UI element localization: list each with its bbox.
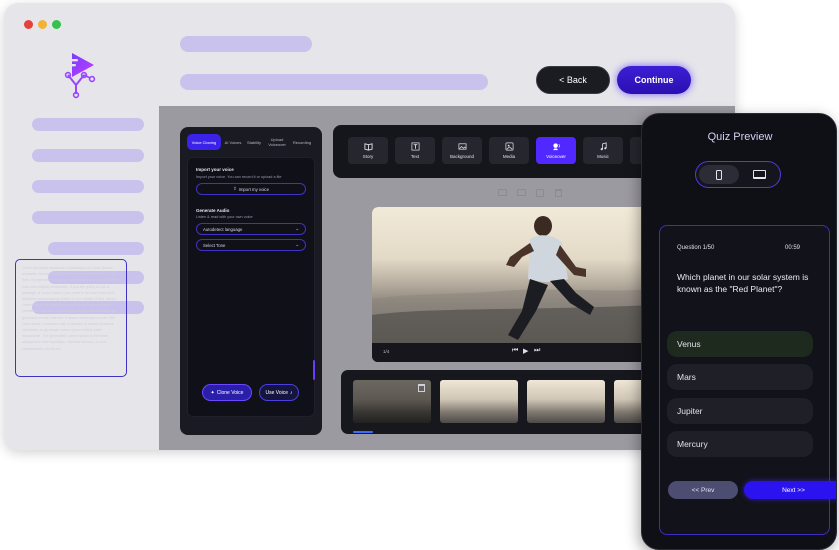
tab-ai-voices[interactable]: AI Voices: [222, 134, 244, 150]
video-controls: 1/4 ⏮ ▶ ⏭: [372, 343, 654, 362]
quiz-card: Question 1/50 00:59 Which planet in our …: [659, 225, 836, 535]
scene-filmstrip: [341, 370, 671, 434]
tab-voice-cloning[interactable]: Voice Cloning: [187, 134, 221, 150]
import-title: Import your voice: [196, 167, 234, 172]
quiz-preview-phone: Quiz Preview Question 1/50 00:59 Which p…: [641, 113, 837, 550]
sidebar-item[interactable]: [32, 211, 144, 224]
editor-toolbar: Story Text Background Media Voiceover Mu…: [333, 125, 663, 178]
sparkle-icon: ✦: [210, 389, 215, 396]
scene-thumbnail[interactable]: [527, 380, 605, 423]
generate-hint: Listen & read with your own voice: [196, 215, 253, 219]
sidebar-item[interactable]: [32, 149, 144, 162]
question-timer: 00:59: [785, 245, 801, 251]
prev-button[interactable]: << Prev: [668, 481, 738, 499]
generate-title: Generate Audio: [196, 208, 230, 213]
question-text: Which planet in our solar system is know…: [677, 272, 809, 294]
upload-icon: ⇪: [233, 186, 237, 191]
layer-video-icon[interactable]: [517, 189, 526, 196]
answer-option[interactable]: Mercury: [667, 431, 813, 457]
script-textarea[interactable]: There are many variations of passages of…: [15, 259, 127, 377]
import-voice-button[interactable]: ⇪ Import my voice: [196, 183, 306, 195]
tab-stability[interactable]: Stability: [243, 134, 265, 150]
language-select-value: Autodetect language: [203, 226, 243, 232]
quiz-preview-title: Quiz Preview: [707, 131, 773, 143]
voice-cloning-content: [187, 157, 315, 417]
desktop-view-button[interactable]: [739, 165, 779, 184]
app-logo: [58, 49, 104, 99]
trash-icon[interactable]: [555, 189, 562, 197]
tool-voiceover-label: Voiceover: [546, 154, 566, 159]
tab-upload-voiceover[interactable]: Upload Voiceover: [265, 134, 289, 150]
mobile-view-button[interactable]: [699, 165, 739, 184]
phone-icon: [716, 169, 722, 180]
tool-text[interactable]: Text: [395, 137, 435, 164]
use-voice-label: Use Voice: [265, 389, 288, 396]
tool-music[interactable]: Music: [583, 137, 623, 164]
layer-image-icon[interactable]: [498, 189, 507, 196]
scene-thumbnail[interactable]: [440, 380, 518, 423]
tool-music-label: Music: [597, 154, 609, 159]
tone-select-value: Select Tone: [203, 242, 226, 248]
scrollbar-thumb[interactable]: [313, 360, 315, 380]
music-icon: [600, 142, 607, 151]
duplicate-icon[interactable]: [536, 189, 544, 197]
tab-recording[interactable]: Recording: [289, 134, 315, 150]
chevron-down-icon: ⌄: [295, 226, 299, 231]
sidebar-item[interactable]: [32, 118, 144, 131]
window-maximize-button[interactable]: [52, 20, 61, 29]
sidebar-item[interactable]: [32, 180, 144, 193]
tool-story-label: Story: [362, 154, 374, 159]
clone-voice-label: Clone Voice: [216, 389, 244, 396]
video-frame: [372, 207, 654, 343]
image-icon: [458, 143, 466, 150]
back-button[interactable]: < Back: [536, 66, 610, 94]
device-toggle: [695, 161, 781, 188]
tool-text-label: Text: [410, 154, 420, 159]
video-counter: 1/4: [383, 349, 390, 354]
tool-background-label: Background: [449, 154, 475, 159]
book-icon: [363, 143, 373, 151]
voice-icon: ♪: [290, 389, 293, 396]
import-voice-label: Import my voice: [238, 186, 269, 192]
delete-scene-icon[interactable]: [418, 384, 425, 392]
tone-select[interactable]: Select Tone ⌄: [196, 239, 306, 251]
monitor-icon: [752, 170, 766, 179]
question-counter: Question 1/50: [677, 245, 715, 251]
answer-option[interactable]: Mars: [667, 364, 813, 390]
language-select[interactable]: Autodetect language ⌄: [196, 223, 306, 235]
tool-media[interactable]: Media: [489, 137, 529, 164]
clone-voice-button[interactable]: ✦ Clone Voice: [202, 384, 252, 401]
tool-media-label: Media: [502, 154, 516, 159]
skip-forward-icon[interactable]: ⏭: [534, 347, 540, 355]
voiceover-icon: [552, 143, 560, 151]
play-icon[interactable]: ▶: [523, 347, 528, 355]
media-icon: [505, 142, 513, 151]
window-minimize-button[interactable]: [38, 20, 47, 29]
tool-story[interactable]: Story: [348, 137, 388, 164]
skip-back-icon[interactable]: ⏮: [512, 347, 518, 355]
window-close-button[interactable]: [24, 20, 33, 29]
use-voice-button[interactable]: Use Voice ♪: [259, 384, 299, 401]
continue-button[interactable]: Continue: [617, 66, 691, 94]
next-button[interactable]: Next >>: [744, 481, 836, 499]
answer-option[interactable]: Venus: [667, 331, 813, 357]
import-hint: Import your voice. You can record it or …: [196, 175, 282, 179]
header-placeholder-top: [180, 36, 312, 52]
sidebar-subitem[interactable]: [48, 242, 144, 255]
answer-option[interactable]: Jupiter: [667, 398, 813, 424]
video-preview[interactable]: 1/4 ⏮ ▶ ⏭: [372, 207, 654, 362]
text-icon: [411, 142, 419, 151]
tool-voiceover[interactable]: Voiceover: [536, 137, 576, 164]
tool-background[interactable]: Background: [442, 137, 482, 164]
chevron-down-icon: ⌄: [295, 242, 299, 247]
filmstrip-scrollbar[interactable]: [353, 431, 373, 433]
header-placeholder-bottom: [180, 74, 488, 90]
